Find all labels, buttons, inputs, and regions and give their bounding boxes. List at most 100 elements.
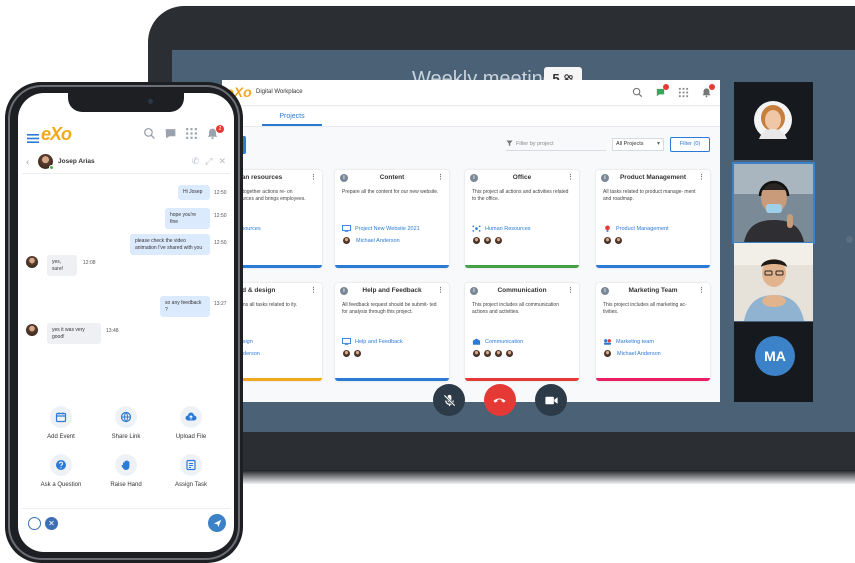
card-menu-icon[interactable]: ⋮	[310, 283, 317, 299]
card-menu-icon[interactable]: ⋮	[567, 170, 574, 186]
monitor-icon	[342, 224, 351, 233]
card-menu-icon[interactable]: ⋮	[698, 170, 705, 186]
send-icon	[213, 519, 222, 528]
card-space-link[interactable]: Product Management	[596, 220, 710, 233]
phone-hangup-icon	[492, 392, 508, 408]
back-icon[interactable]: ‹	[26, 157, 29, 168]
apps-grid-icon[interactable]	[185, 127, 198, 140]
raise-hand-action[interactable]: Raise Hand	[96, 454, 156, 488]
mute-microphone-button[interactable]	[433, 384, 465, 416]
monitor-icon	[342, 337, 351, 346]
message-time: 12:08	[83, 260, 96, 266]
message-time: 13:48	[106, 328, 119, 334]
info-icon[interactable]: i	[470, 287, 478, 295]
stage: Weekly meeting 5 eXo Digital Workplace P…	[0, 0, 855, 563]
share-link-action[interactable]: Share Link	[96, 406, 156, 440]
participant-video-1[interactable]	[734, 82, 813, 160]
tab-projects[interactable]: Projects	[262, 113, 322, 126]
upload-file-action[interactable]: Upload File	[161, 406, 221, 440]
participant-video-2[interactable]	[732, 162, 815, 244]
app-tabs: Projects	[222, 107, 720, 127]
card-menu-icon[interactable]: ⋮	[310, 170, 317, 186]
filter-button[interactable]: Filter (0)	[670, 137, 710, 152]
info-icon[interactable]: i	[470, 174, 478, 182]
card-description: This project all actions and activities …	[472, 189, 569, 202]
card-menu-icon[interactable]: ⋮	[698, 283, 705, 299]
card-title: Office	[512, 174, 532, 181]
add-event-action[interactable]: Add Event	[31, 406, 91, 440]
chat-contact-header: ‹ Josep Arias ✆ ⤢ ✕	[22, 150, 230, 174]
card-space-link-label: Product Management	[616, 225, 669, 232]
phone-camera	[148, 99, 153, 104]
message-bubble: so any feedback ?	[160, 296, 210, 317]
info-icon[interactable]: i	[601, 174, 609, 182]
contact-name[interactable]: Josep Arias	[58, 158, 95, 165]
assign-task-action[interactable]: Assign Task	[161, 454, 221, 488]
avatar	[472, 236, 481, 245]
close-icon[interactable]: ✕	[218, 156, 226, 167]
contact-avatar	[26, 256, 38, 268]
card-owner-name[interactable]: Michael Anderson	[356, 238, 400, 244]
hang-up-button[interactable]	[484, 384, 516, 416]
avatar	[494, 236, 503, 245]
message-bubble: please check the video animation I've sh…	[130, 234, 210, 255]
avatar	[342, 236, 351, 245]
apps-grid-icon[interactable]	[678, 87, 689, 98]
project-card-office[interactable]: i Office ⋮ This project all actions and ac…	[465, 170, 579, 268]
participant-video-3[interactable]	[734, 243, 813, 321]
close-actions-icon[interactable]: ✕	[45, 517, 58, 530]
card-space-link-label: Communication	[485, 338, 524, 345]
network-icon	[472, 224, 481, 233]
message-bubble: Hi Josep	[178, 185, 210, 200]
info-icon[interactable]: i	[601, 287, 609, 295]
info-icon[interactable]: i	[340, 174, 348, 182]
task-icon	[180, 454, 202, 476]
project-filter-input[interactable]: Filter by project	[506, 138, 606, 151]
avatar	[603, 349, 612, 358]
card-space-link[interactable]: Project New Website 2021	[335, 220, 449, 233]
search-icon[interactable]	[143, 127, 156, 140]
card-owners	[465, 233, 579, 248]
message-time: 12:50	[214, 240, 227, 246]
card-space-link[interactable]: Help and Feedback	[335, 333, 449, 346]
search-icon[interactable]	[632, 87, 643, 98]
bell-icon[interactable]	[701, 84, 715, 98]
card-owners: Michael Anderson	[335, 233, 449, 248]
chat-icon[interactable]	[164, 127, 177, 140]
project-card-help-feedback[interactable]: i Help and Feedback ⋮ All feedback request…	[335, 283, 449, 381]
avatar	[614, 236, 623, 245]
upload-icon	[180, 406, 202, 428]
chat-icon[interactable]	[655, 84, 669, 98]
ask-question-action[interactable]: Ask a Question	[31, 454, 91, 488]
card-space-link[interactable]: Communication	[465, 333, 579, 346]
project-card-product-management[interactable]: i Product Management ⋮ All tasks related t…	[596, 170, 710, 268]
emoji-icon[interactable]	[28, 517, 41, 530]
card-menu-icon[interactable]: ⋮	[437, 170, 444, 186]
filter-placeholder: Filter by project	[516, 141, 554, 147]
call-icon[interactable]: ✆	[192, 156, 200, 167]
lightbulb-icon	[603, 225, 612, 233]
card-title: Help and Feedback	[362, 287, 422, 294]
card-menu-icon[interactable]: ⋮	[437, 283, 444, 299]
participant-initials-avatar: MA	[755, 336, 795, 376]
action-label: Upload File	[175, 434, 207, 440]
expand-icon[interactable]: ⤢	[205, 156, 212, 167]
project-card-communication[interactable]: i Communication ⋮ This project includes al…	[465, 283, 579, 381]
contact-avatar	[26, 324, 38, 336]
project-type-select[interactable]: All Projects	[612, 138, 664, 151]
app-subtitle: Digital Workplace	[256, 89, 303, 95]
card-menu-icon[interactable]: ⋮	[567, 283, 574, 299]
project-card-content[interactable]: i Content ⋮ Prepare all the content for ou…	[335, 170, 449, 268]
card-space-link[interactable]: Marketing team	[596, 333, 710, 346]
participant-man-headset-video	[734, 164, 813, 242]
online-status-dot	[49, 165, 54, 170]
card-owner-name[interactable]: Michael Anderson	[617, 351, 661, 357]
info-icon[interactable]: i	[340, 287, 348, 295]
menu-icon[interactable]	[27, 130, 39, 143]
message-time: 12:50	[214, 213, 227, 219]
project-card-marketing-team[interactable]: i Marketing Team ⋮ This project includes a…	[596, 283, 710, 381]
camera-toggle-button[interactable]	[535, 384, 567, 416]
card-space-link[interactable]: Human Resources	[465, 220, 579, 233]
send-button[interactable]	[208, 514, 226, 532]
mic-off-icon	[442, 393, 457, 408]
